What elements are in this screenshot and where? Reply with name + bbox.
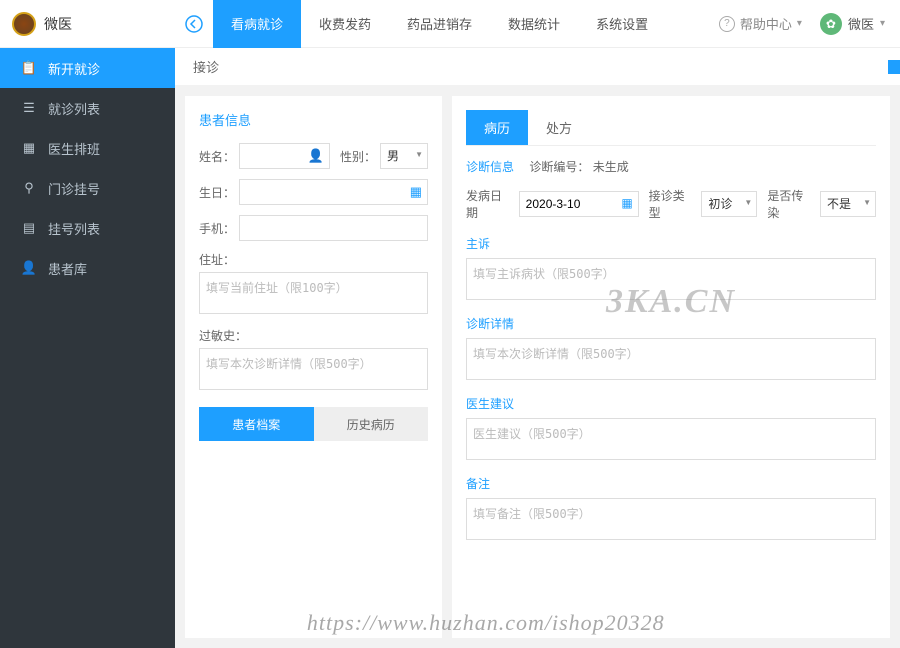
- remark-title: 备注: [466, 475, 876, 492]
- content: 患者信息 姓名： 👤 性别： 男 生日：: [175, 86, 900, 648]
- infectious-label: 是否传染: [767, 187, 810, 221]
- calendar-icon: ▦: [621, 196, 632, 210]
- tab-prescription[interactable]: 处方: [528, 110, 590, 145]
- calendar-icon: ▦: [410, 184, 422, 200]
- collapse-button[interactable]: [175, 0, 213, 48]
- sidebar-item-registration[interactable]: ⚲ 门诊挂号: [0, 168, 175, 208]
- address-textarea[interactable]: [199, 272, 428, 314]
- list-icon: ☰: [22, 100, 36, 116]
- address-label: 住址：: [199, 251, 428, 268]
- breadcrumb-text: 接诊: [193, 57, 219, 76]
- help-link[interactable]: ? 帮助中心 ▾: [719, 14, 802, 33]
- patient-tabs: 患者档案 历史病历: [199, 407, 428, 441]
- nav-item-settings[interactable]: 系统设置: [578, 0, 666, 48]
- chevron-down-icon: ▾: [880, 18, 885, 29]
- top-nav: 看病就诊 收费发药 药品进销存 数据统计 系统设置: [213, 0, 719, 48]
- logo-icon: [12, 12, 36, 36]
- visit-type-label: 接诊类型: [649, 187, 692, 221]
- avatar-icon: ✿: [820, 13, 842, 35]
- clipboard-icon: 📋: [22, 60, 36, 76]
- birth-label: 生日：: [199, 184, 239, 201]
- sidebar-item-label: 门诊挂号: [48, 179, 100, 198]
- chief-textarea[interactable]: [466, 258, 876, 300]
- infectious-select[interactable]: 不是: [820, 191, 876, 217]
- nav-item-stats[interactable]: 数据统计: [490, 0, 578, 48]
- section-chief: 主诉: [466, 235, 876, 303]
- header-right: ? 帮助中心 ▾ ✿ 微医 ▾: [719, 13, 900, 35]
- advice-textarea[interactable]: [466, 418, 876, 460]
- nav-item-consult[interactable]: 看病就诊: [213, 0, 301, 48]
- help-icon: ?: [719, 16, 735, 32]
- sidebar-item-visit-list[interactable]: ☰ 就诊列表: [0, 88, 175, 128]
- detail-textarea[interactable]: [466, 338, 876, 380]
- diag-no-value: 未生成: [593, 160, 629, 174]
- visit-type-select[interactable]: 初诊: [701, 191, 757, 217]
- app-name: 微医: [44, 14, 72, 34]
- diagnosis-tabs: 病历 处方: [466, 110, 876, 146]
- tab-history-records[interactable]: 历史病历: [314, 407, 429, 441]
- calendar-icon: ▦: [22, 140, 36, 156]
- row-phone: 手机：: [199, 215, 428, 241]
- body: 📋 新开就诊 ☰ 就诊列表 ▦ 医生排班 ⚲ 门诊挂号 ▤ 挂号列表 👤 患者库…: [0, 48, 900, 648]
- advice-title: 医生建议: [466, 395, 876, 412]
- patient-panel-title: 患者信息: [199, 110, 428, 129]
- tab-patient-records[interactable]: 患者档案: [199, 407, 314, 441]
- rows-icon: ▤: [22, 220, 36, 236]
- user-menu[interactable]: ✿ 微医 ▾: [820, 13, 885, 35]
- sidebar-item-label: 新开就诊: [48, 59, 100, 78]
- allergy-textarea[interactable]: [199, 348, 428, 390]
- birth-input[interactable]: [239, 179, 428, 205]
- sidebar-item-label: 患者库: [48, 259, 87, 278]
- main: 接诊 患者信息 姓名： 👤 性别： 男: [175, 48, 900, 648]
- user-icon: 👤: [22, 260, 36, 276]
- section-detail: 诊断详情: [466, 315, 876, 383]
- phone-label: 手机：: [199, 220, 239, 237]
- row-birth: 生日： ▦: [199, 179, 428, 205]
- diag-no-label: 诊断编号：: [529, 160, 589, 174]
- tab-medical-record[interactable]: 病历: [466, 110, 528, 145]
- chevron-down-icon: ▾: [797, 18, 802, 29]
- breadcrumb: 接诊: [175, 48, 900, 86]
- detail-title: 诊断详情: [466, 315, 876, 332]
- allergy-label: 过敏史：: [199, 327, 428, 344]
- header: 微医 看病就诊 收费发药 药品进销存 数据统计 系统设置 ? 帮助中心 ▾ ✿ …: [0, 0, 900, 48]
- block-address: 住址：: [199, 251, 428, 317]
- sidebar-item-schedule[interactable]: ▦ 医生排班: [0, 128, 175, 168]
- block-allergy: 过敏史：: [199, 327, 428, 393]
- chief-title: 主诉: [466, 235, 876, 252]
- gender-label: 性别：: [330, 148, 380, 165]
- person-icon: 👤: [308, 148, 324, 164]
- remark-textarea[interactable]: [466, 498, 876, 540]
- section-remark: 备注: [466, 475, 876, 543]
- sidebar-item-patients[interactable]: 👤 患者库: [0, 248, 175, 288]
- logo-area: 微医: [0, 12, 175, 36]
- phone-input[interactable]: [239, 215, 428, 241]
- nav-item-billing[interactable]: 收费发药: [301, 0, 389, 48]
- name-label: 姓名：: [199, 148, 239, 165]
- section-advice: 医生建议: [466, 395, 876, 463]
- sidebar-item-label: 挂号列表: [48, 219, 100, 238]
- diagnosis-info: 诊断信息 诊断编号： 未生成: [466, 158, 876, 175]
- row-name-gender: 姓名： 👤 性别： 男: [199, 143, 428, 169]
- sidebar-item-label: 医生排班: [48, 139, 100, 158]
- side-handle[interactable]: [888, 60, 900, 74]
- onset-date-label: 发病日期: [466, 187, 509, 221]
- sidebar-item-label: 就诊列表: [48, 99, 100, 118]
- sidebar-item-new-visit[interactable]: 📋 新开就诊: [0, 48, 175, 88]
- gender-select[interactable]: 男: [380, 143, 428, 169]
- diagnosis-panel: 病历 处方 诊断信息 诊断编号： 未生成 发病日期 ▦ 接诊类型: [452, 96, 890, 638]
- sidebar: 📋 新开就诊 ☰ 就诊列表 ▦ 医生排班 ⚲ 门诊挂号 ▤ 挂号列表 👤 患者库: [0, 48, 175, 648]
- ticket-icon: ⚲: [22, 180, 36, 196]
- patient-panel: 患者信息 姓名： 👤 性别： 男 生日：: [185, 96, 442, 638]
- diag-info-label: 诊断信息: [466, 160, 514, 174]
- row-visit-meta: 发病日期 ▦ 接诊类型 初诊 是否传染 不是: [466, 187, 876, 221]
- user-name: 微医: [848, 14, 874, 33]
- nav-item-inventory[interactable]: 药品进销存: [389, 0, 490, 48]
- sidebar-item-reg-list[interactable]: ▤ 挂号列表: [0, 208, 175, 248]
- help-label: 帮助中心: [740, 14, 792, 33]
